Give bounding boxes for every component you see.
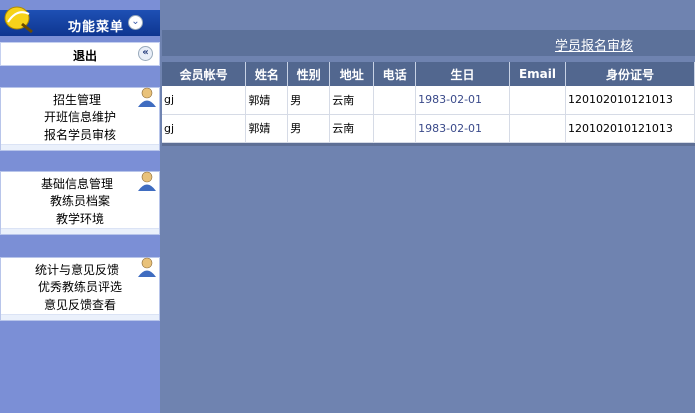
user-icon: [138, 171, 156, 191]
cell-birthday: 1983-02-01: [415, 114, 510, 143]
cell-birthday: 1983-02-01: [415, 86, 510, 115]
cell-address: 云南: [329, 86, 375, 115]
column-header-phone[interactable]: 电话: [373, 62, 417, 86]
column-header-gender[interactable]: 性别: [287, 62, 331, 86]
cell-email: [509, 86, 566, 115]
page-title[interactable]: 学员报名审核: [555, 35, 633, 54]
menu-group-title: 招生管理: [52, 93, 101, 107]
menu-group-statistics-feedback: 统计与意见反馈 优秀教练员评选 意见反馈查看: [0, 257, 160, 321]
column-header-account[interactable]: 会员帐号: [162, 62, 247, 86]
exit-label: 退出: [73, 49, 98, 63]
user-icon: [138, 257, 156, 277]
applicant-table: 会员帐号 姓名 性别 地址 电话 生日 Email 身份证号 gj 郭婧 男 云…: [162, 62, 695, 143]
cell-gender: 男: [287, 114, 331, 143]
cell-account: gj: [162, 114, 247, 143]
menu-item-applicant-review[interactable]: 报名学员审核: [1, 126, 159, 144]
menu-item-coach-records[interactable]: 教练员档案: [1, 192, 159, 210]
cell-gender: 男: [287, 86, 331, 115]
cell-phone: [373, 114, 417, 143]
user-icon: [138, 87, 156, 107]
menu-group-title: 统计与意见反馈: [34, 263, 119, 277]
table-bottom-border: [162, 143, 695, 146]
menu-title: 功能菜单: [68, 20, 125, 35]
column-header-email[interactable]: Email: [509, 62, 566, 86]
menu-logo-icon: [4, 6, 33, 34]
menu-group-footer: [1, 314, 159, 320]
column-header-name[interactable]: 姓名: [245, 62, 289, 86]
column-header-id-number[interactable]: 身份证号: [565, 62, 695, 86]
cell-name: 郭婧: [245, 114, 289, 143]
menu-item-best-coach-selection[interactable]: 优秀教练员评选: [1, 278, 159, 296]
table-row[interactable]: gj 郭婧 男 云南 1983-02-01 120102010121013: [162, 114, 695, 143]
menu-group-footer: [1, 228, 159, 234]
sidebar: 功能菜单 ⌄ 退出 « 招生管理 开班信息维护 报名学员审核 基础信息管理 教练…: [0, 0, 160, 413]
cell-id-number: 120102010121013: [565, 86, 695, 115]
cell-email: [509, 114, 566, 143]
menu-group-footer: [1, 144, 159, 150]
chevron-down-icon[interactable]: ⌄: [128, 15, 143, 30]
cell-phone: [373, 86, 417, 115]
menu-group-header: 统计与意见反馈: [1, 257, 159, 278]
menu-header: 功能菜单 ⌄: [0, 6, 160, 36]
page-banner: 学员报名审核: [162, 30, 695, 56]
exit-button[interactable]: 退出 «: [0, 42, 160, 66]
column-header-birthday[interactable]: 生日: [415, 62, 510, 86]
menu-group-basic-info: 基础信息管理 教练员档案 教学环境: [0, 171, 160, 235]
menu-group-header: 基础信息管理: [1, 171, 159, 192]
column-header-address[interactable]: 地址: [329, 62, 375, 86]
cell-account: gj: [162, 86, 247, 115]
menu-item-class-maintenance[interactable]: 开班信息维护: [1, 108, 159, 126]
cell-name: 郭婧: [245, 86, 289, 115]
double-chevron-left-icon[interactable]: «: [138, 46, 153, 61]
menu-item-feedback-view[interactable]: 意见反馈查看: [1, 296, 159, 314]
cell-address: 云南: [329, 114, 375, 143]
table-header-row: 会员帐号 姓名 性别 地址 电话 生日 Email 身份证号: [162, 62, 695, 86]
menu-group-header: 招生管理: [1, 87, 159, 108]
table-row[interactable]: gj 郭婧 男 云南 1983-02-01 120102010121013: [162, 86, 695, 115]
cell-id-number: 120102010121013: [565, 114, 695, 143]
menu-item-teaching-environment[interactable]: 教学环境: [1, 210, 159, 228]
menu-group-enrollment: 招生管理 开班信息维护 报名学员审核: [0, 87, 160, 151]
menu-group-title: 基础信息管理: [40, 177, 113, 191]
